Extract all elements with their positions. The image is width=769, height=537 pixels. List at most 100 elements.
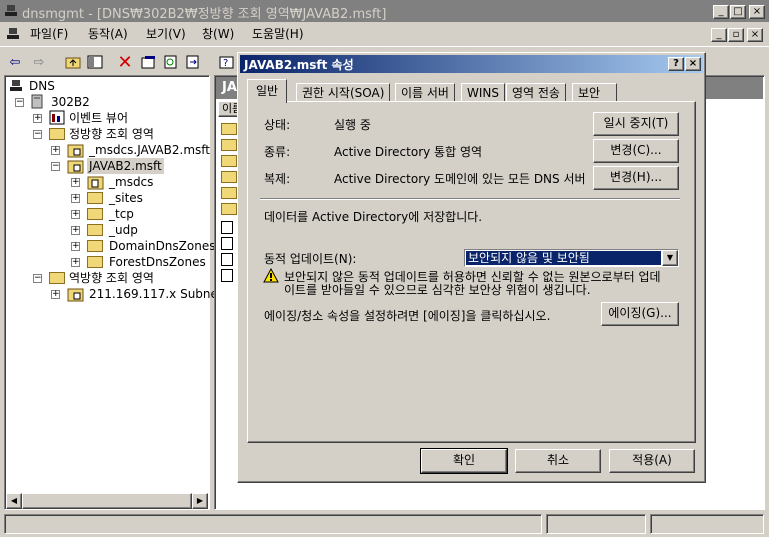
refresh-icon[interactable]	[160, 51, 182, 73]
folder-icon	[221, 171, 237, 183]
tab-name-servers-label: 이름 서버	[401, 86, 449, 100]
ok-button[interactable]: 확인	[420, 448, 508, 474]
tree-item-forward-zones[interactable]: 정방향 조회 영역	[69, 126, 154, 142]
dialog-title-bar: JAVAB2.msft 속성 ? ×	[240, 55, 703, 73]
cancel-button[interactable]: 취소	[515, 449, 601, 473]
server-icon	[31, 94, 43, 112]
folder-icon	[87, 256, 103, 268]
tab-name-servers[interactable]: 이름 서버	[395, 83, 455, 101]
tree-item-tcp[interactable]: _tcp	[109, 206, 134, 222]
aging-button[interactable]: 에이징(G)...	[601, 302, 679, 326]
details-header-title: JA	[222, 80, 237, 95]
record-icon	[221, 253, 233, 266]
expand-icon[interactable]: +	[71, 226, 80, 235]
tree-item-event-viewer[interactable]: 이벤트 뷰어	[69, 110, 128, 126]
menu-action[interactable]: 동작(A)	[84, 24, 132, 44]
mdi-close-button[interactable]: ×	[747, 28, 763, 42]
tab-soa[interactable]: 권한 시작(SOA)	[296, 83, 391, 101]
tree-item-subnet[interactable]: 211.169.117.x Subnet	[89, 286, 223, 302]
dns-app-icon	[4, 4, 18, 18]
minimize-button[interactable]: _	[713, 5, 729, 19]
menu-file[interactable]: 파일(F)	[26, 24, 72, 44]
expand-icon[interactable]: +	[71, 178, 80, 187]
folder-icon	[87, 192, 103, 204]
tree-item-udp[interactable]: _udp	[109, 222, 138, 238]
scroll-right-arrow-icon[interactable]: ▶	[192, 493, 208, 509]
horizontal-scrollbar[interactable]: ◀ ▶	[6, 493, 208, 509]
status-value: 실행 중	[334, 118, 371, 132]
collapse-icon[interactable]: −	[33, 130, 42, 139]
aging-text: 에이징/청소 속성을 설정하려면 [에이징]을 클릭하십시오.	[264, 309, 551, 323]
tab-wins[interactable]: WINS	[461, 83, 505, 101]
console-icon	[6, 27, 20, 41]
scroll-thumb[interactable]	[22, 493, 192, 509]
tree-item-server[interactable]: 302B2	[51, 94, 90, 110]
folder-icon	[87, 240, 103, 252]
dialog-close-button[interactable]: ×	[685, 57, 701, 71]
close-button[interactable]: ×	[749, 5, 765, 19]
expand-icon[interactable]: +	[71, 194, 80, 203]
general-tab-panel: 상태: 실행 중 일시 중지(T) 종류: Active Directory 통…	[247, 101, 696, 443]
dynamic-update-value: 보안되지 않음 및 보안됨	[465, 250, 662, 266]
mdi-minimize-button[interactable]: _	[711, 28, 727, 42]
collapse-icon[interactable]: −	[15, 98, 24, 107]
collapse-icon[interactable]: −	[51, 162, 60, 171]
status-bar	[0, 512, 769, 537]
change-type-button[interactable]: 변경(C)...	[593, 139, 679, 163]
tree-item-reverse-zones[interactable]: 역방향 조회 영역	[69, 270, 154, 286]
tree-item-msdcs-zone[interactable]: _msdcs.JAVAB2.msft	[89, 142, 210, 158]
up-folder-icon[interactable]	[62, 51, 84, 73]
tree-item-javab2-zone[interactable]: JAVAB2.msft	[87, 158, 164, 174]
scroll-left-arrow-icon[interactable]: ◀	[6, 493, 22, 509]
export-list-icon[interactable]	[182, 51, 204, 73]
dynamic-update-select[interactable]: 보안되지 않음 및 보안됨 ▼	[464, 249, 679, 267]
folder-icon	[221, 155, 237, 167]
tree-item-forest-dns-zones[interactable]: ForestDnsZones	[109, 254, 206, 270]
back-arrow-icon[interactable]: ⇦	[4, 51, 26, 73]
help-icon[interactable]: ?	[216, 51, 238, 73]
apply-button[interactable]: 적용(A)	[609, 449, 695, 473]
folder-icon	[87, 208, 103, 220]
event-viewer-icon	[49, 110, 65, 128]
collapse-icon[interactable]: −	[33, 274, 42, 283]
menu-window[interactable]: 창(W)	[198, 24, 238, 44]
zone-icon	[67, 159, 85, 177]
chevron-down-icon[interactable]: ▼	[662, 250, 678, 266]
expand-icon[interactable]: +	[71, 258, 80, 267]
tab-zone-transfers[interactable]: 영역 전송	[506, 83, 566, 101]
properties-icon[interactable]	[138, 51, 160, 73]
delete-icon[interactable]: ✕	[114, 51, 136, 73]
tree-pane[interactable]: DNS − 302B2 + 이벤트 뷰어 − 정방향 조회 영역 + _msdc…	[4, 75, 223, 510]
main-window-title: dnsmgmt - [DNS₩302B2₩정방향 조회 영역₩JAVAB2.ms…	[22, 7, 387, 22]
tab-security[interactable]: 보안	[572, 83, 618, 101]
record-icon	[221, 221, 233, 234]
dialog-help-button[interactable]: ?	[668, 57, 684, 71]
tree-item-sites[interactable]: _sites	[109, 190, 143, 206]
properties-dialog: JAVAB2.msft 속성 ? × 일반 권한 시작(SOA) 이름 서버 W…	[237, 52, 706, 483]
tab-general[interactable]: 일반	[247, 79, 288, 103]
mdi-restore-button[interactable]: ▫	[728, 28, 744, 42]
menu-view[interactable]: 보기(V)	[142, 24, 190, 44]
tree-item-domain-dns-zones[interactable]: DomainDnsZones	[109, 238, 215, 254]
replication-label: 복제:	[264, 172, 291, 186]
status-panel-2	[546, 514, 646, 534]
show-hide-tree-icon[interactable]	[84, 51, 106, 73]
expand-icon[interactable]: +	[51, 146, 60, 155]
warning-text-line2: 이트를 받아들일 수 있으므로 심각한 보안상 위험이 생깁니다.	[284, 283, 591, 297]
expand-icon[interactable]: +	[51, 290, 60, 299]
status-label: 상태:	[264, 118, 291, 132]
tree-item-dns[interactable]: DNS	[29, 78, 55, 94]
svg-text:?: ?	[223, 58, 228, 69]
maximize-button[interactable]: □	[730, 5, 746, 19]
expand-icon[interactable]: +	[71, 210, 80, 219]
change-replication-button[interactable]: 변경(H)...	[593, 166, 679, 190]
tree-item-msdcs[interactable]: _msdcs	[109, 174, 153, 190]
pause-button[interactable]: 일시 중지(T)	[593, 112, 679, 136]
expand-icon[interactable]: +	[71, 242, 80, 251]
menu-help[interactable]: 도움말(H)	[248, 24, 308, 44]
stored-in-ad-text: 데이터를 Active Directory에 저장합니다.	[264, 210, 483, 224]
expand-icon[interactable]: +	[33, 114, 42, 123]
folder-icon	[221, 139, 237, 151]
folder-icon	[221, 187, 237, 199]
forward-arrow-icon[interactable]: ⇨	[28, 51, 50, 73]
